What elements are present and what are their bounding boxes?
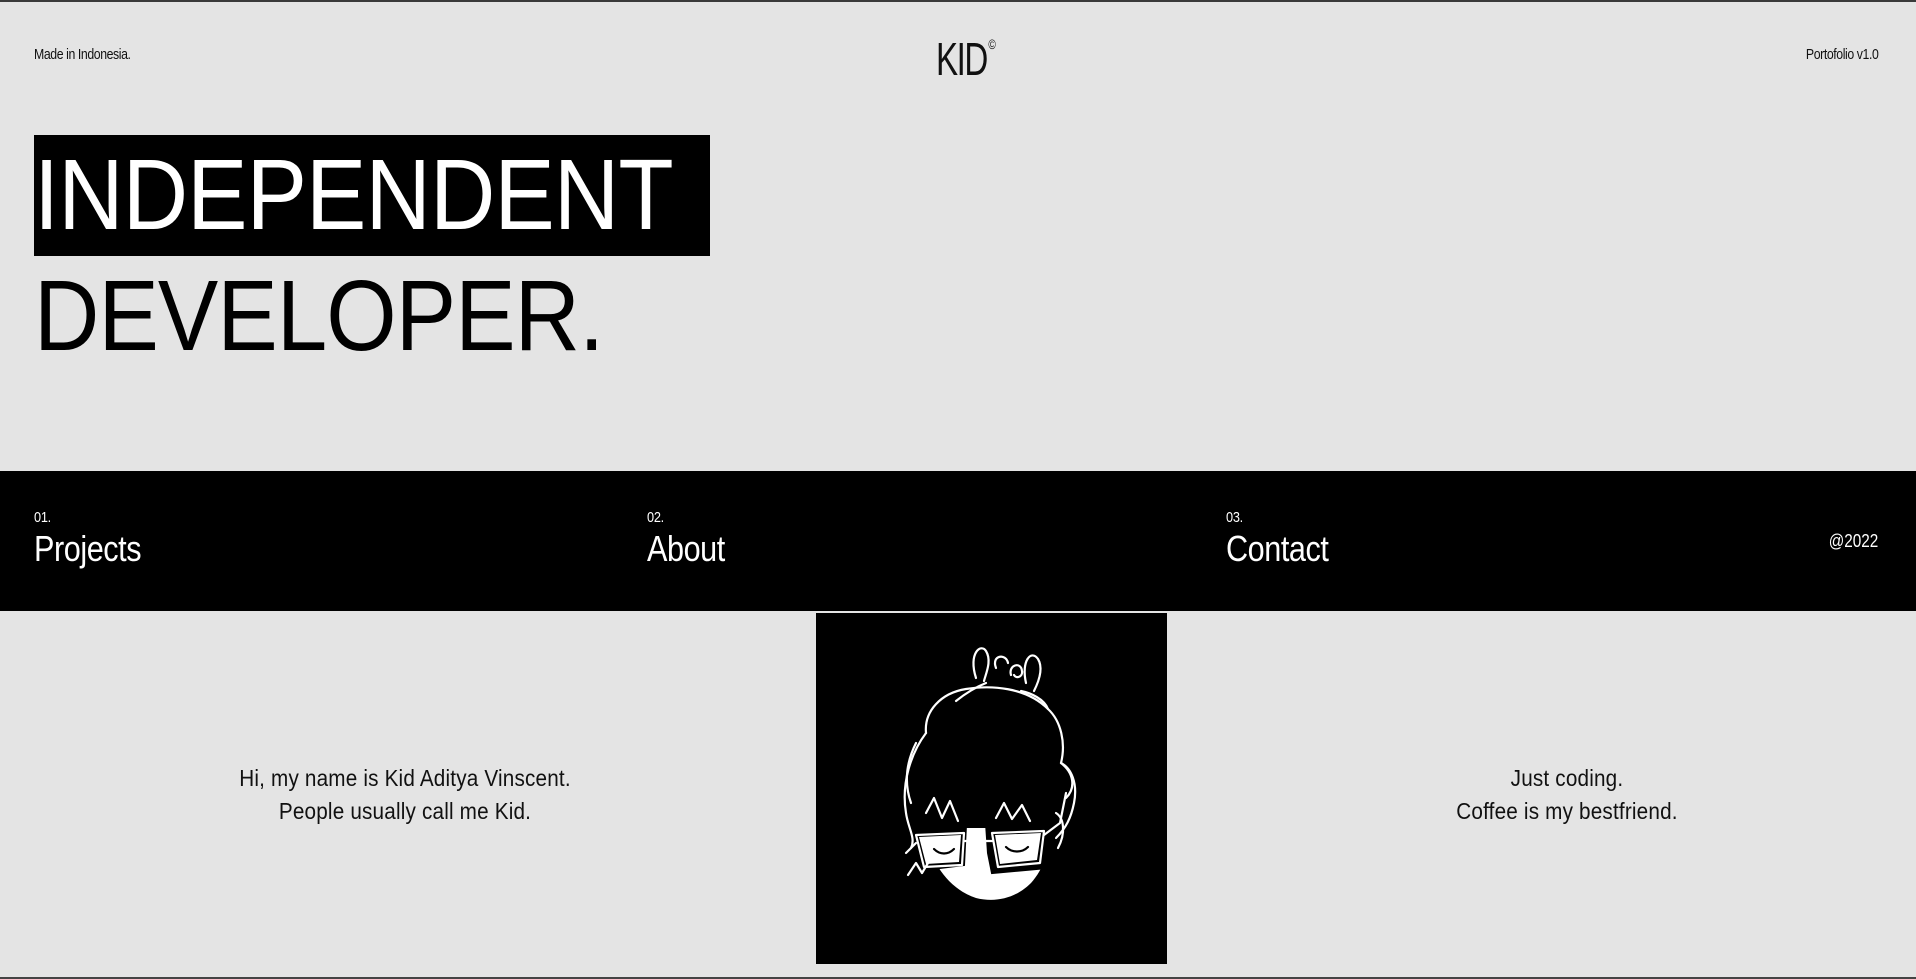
nav-number: 02. xyxy=(647,509,664,526)
nav-number: 01. xyxy=(34,509,51,526)
copyright-year: @2022 xyxy=(1828,531,1878,551)
avatar xyxy=(816,613,1167,964)
nav-item-about[interactable]: 02. About xyxy=(647,509,739,570)
logo-text: KID xyxy=(936,33,988,85)
nav-item-projects[interactable]: 01. Projects xyxy=(34,509,160,570)
intro-line: Hi, my name is Kid Aditya Vinscent. xyxy=(239,765,571,791)
nav-label: About xyxy=(647,528,725,569)
nav-item-contact[interactable]: 03. Contact xyxy=(1226,509,1347,570)
header: Made in Indonesia. KID© Portofolio v1.0 xyxy=(0,2,1916,112)
copyright-mark: © xyxy=(988,36,995,52)
hero-line-1: INDEPENDENT xyxy=(34,139,674,251)
note-line: Coffee is my bestfriend. xyxy=(1456,798,1678,824)
main-nav: 01. Projects 02. About 03. Contact @2022 xyxy=(0,471,1916,611)
page: Made in Indonesia. KID© Portofolio v1.0 … xyxy=(0,0,1916,979)
nav-number: 03. xyxy=(1226,509,1243,526)
version-text: Portofolio v1.0 xyxy=(1805,46,1879,63)
note-text: Just coding. Coffee is my bestfriend. xyxy=(1367,762,1767,828)
hero-line-2: DEVELOPER. xyxy=(34,260,604,372)
intro-text: Hi, my name is Kid Aditya Vinscent. Peop… xyxy=(205,762,605,828)
avatar-illustration-icon xyxy=(903,647,1077,900)
made-in-text: Made in Indonesia. xyxy=(34,46,131,63)
nav-label: Projects xyxy=(34,528,142,569)
intro-line: People usually call me Kid. xyxy=(278,798,532,824)
logo[interactable]: KID© xyxy=(936,32,996,86)
note-line: Just coding. xyxy=(1510,765,1624,791)
hero-headline: DEVELOPER. xyxy=(34,256,663,377)
hero-headline-highlighted: INDEPENDENT xyxy=(34,135,710,256)
nav-label: Contact xyxy=(1226,528,1329,569)
